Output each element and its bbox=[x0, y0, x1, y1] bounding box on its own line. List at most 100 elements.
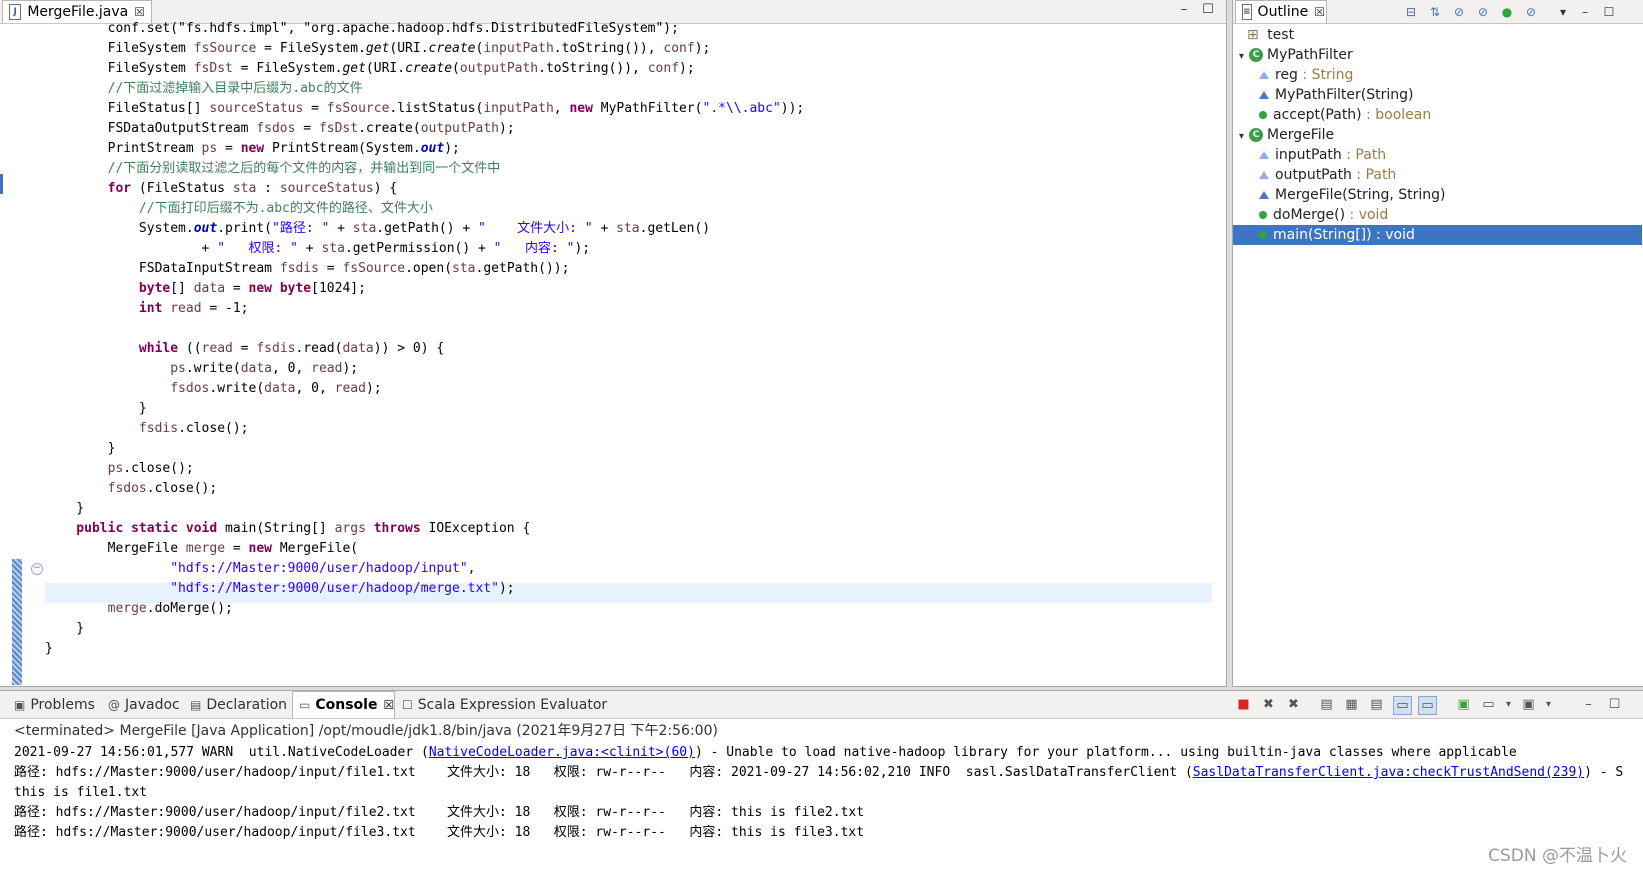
outline-item[interactable]: outputPath : Path bbox=[1233, 165, 1642, 185]
code-line[interactable]: } bbox=[45, 399, 147, 419]
maximize-icon[interactable]: ☐ bbox=[1606, 696, 1623, 713]
clear-console-icon[interactable]: ▤ bbox=[1318, 696, 1335, 713]
code-line[interactable]: "hdfs://Master:9000/user/hadoop/input", bbox=[45, 559, 475, 579]
code-line[interactable]: FileSystem fsSource = FileSystem.get(URI… bbox=[45, 39, 711, 59]
code-line[interactable]: conf.set("fs.hdfs.impl", "org.apache.had… bbox=[45, 19, 679, 39]
minimize-icon[interactable]: – bbox=[1577, 4, 1593, 20]
sort-icon[interactable]: ⇅ bbox=[1427, 4, 1443, 20]
outline-item[interactable]: ⊞ test bbox=[1233, 25, 1630, 45]
console-text: 路径: hdfs://Master:9000/user/hadoop/input… bbox=[14, 765, 1193, 780]
console-link[interactable]: SaslDataTransferClient.java:checkTrustAn… bbox=[1193, 765, 1584, 780]
tab-problems[interactable]: ▣ Problems bbox=[14, 691, 95, 718]
code-line[interactable]: } bbox=[45, 619, 84, 639]
tab-scala-expression-evaluator[interactable]: ☐ Scala Expression Evaluator bbox=[402, 691, 607, 718]
code-line[interactable]: fsdos.write(data, 0, read); bbox=[45, 379, 381, 399]
hide-local-types-icon[interactable]: ⊘ bbox=[1523, 4, 1539, 20]
code-line[interactable]: } bbox=[45, 639, 53, 659]
code-line[interactable]: //下面打印后缀不为.abc的文件的路径、文件大小 bbox=[45, 199, 433, 219]
hide-nonpublic-icon[interactable]: ● bbox=[1499, 4, 1515, 20]
outline-item[interactable]: MyPathFilter(String) bbox=[1233, 85, 1642, 105]
code-line[interactable]: while ((read = fsdis.read(data)) > 0) { bbox=[45, 339, 444, 359]
close-icon[interactable]: ☒ bbox=[383, 698, 394, 712]
code-token: ps bbox=[201, 141, 218, 156]
maximize-icon[interactable]: ☐ bbox=[1200, 2, 1216, 17]
code-line[interactable]: "hdfs://Master:9000/user/hadoop/merge.tx… bbox=[45, 579, 514, 599]
code-line[interactable]: //下面过滤掉输入目录中后缀为.abc的文件 bbox=[45, 79, 363, 99]
word-wrap-icon[interactable]: ▤ bbox=[1368, 696, 1385, 713]
code-line[interactable]: } bbox=[45, 499, 84, 519]
code-token: MyPathFilter( bbox=[592, 101, 703, 116]
code-token: main(String[] bbox=[217, 521, 335, 536]
console-link[interactable]: NativeCodeLoader.java:<clinit>(60) bbox=[429, 745, 695, 760]
chevron-down-icon[interactable]: ▾ bbox=[1239, 47, 1249, 67]
code-token: fsSource bbox=[326, 101, 390, 116]
tab-console[interactable]: ▭ Console ☒ bbox=[292, 691, 395, 718]
collapse-all-icon[interactable]: ⊟ bbox=[1403, 4, 1419, 20]
code-token: conf.set("fs.hdfs.impl", "org.apache.had… bbox=[45, 21, 679, 36]
code-line[interactable]: FileStatus[] sourceStatus = fsSource.lis… bbox=[45, 99, 805, 119]
outline-item[interactable]: ▾ C MergeFile bbox=[1233, 125, 1622, 145]
code-line[interactable]: ps.write(data, 0, read); bbox=[45, 359, 358, 379]
outline-item[interactable]: ▾ C MyPathFilter bbox=[1233, 45, 1622, 65]
code-line[interactable]: } bbox=[45, 439, 116, 459]
code-line[interactable]: FSDataOutputStream fsdos = fsDst.create(… bbox=[45, 119, 515, 139]
minimize-icon[interactable]: – bbox=[1580, 696, 1597, 713]
outline-item[interactable]: doMerge() : void bbox=[1233, 205, 1642, 225]
code-line[interactable]: ps.close(); bbox=[45, 459, 194, 479]
close-icon[interactable]: ☒ bbox=[134, 5, 145, 19]
code-line[interactable]: merge.doMerge(); bbox=[45, 599, 233, 619]
code-token: sourceStatus bbox=[209, 101, 304, 116]
collapse-icon[interactable]: − bbox=[31, 563, 43, 575]
close-icon[interactable]: ☒ bbox=[1314, 5, 1325, 19]
code-line[interactable]: MergeFile merge = new MergeFile( bbox=[45, 539, 358, 559]
code-line[interactable]: for (FileStatus sta : sourceStatus) { bbox=[45, 179, 398, 199]
outline-item[interactable]: main(String[]) : void bbox=[1233, 225, 1642, 245]
outline-item[interactable]: reg : String bbox=[1233, 65, 1642, 85]
code-token: sta bbox=[352, 221, 377, 236]
outline-item[interactable]: inputPath : Path bbox=[1233, 145, 1642, 165]
remove-launch-icon[interactable]: ✖ bbox=[1260, 696, 1277, 713]
code-token: new bbox=[569, 101, 593, 116]
outline-item[interactable]: MergeFile(String, String) bbox=[1233, 185, 1642, 205]
import-icon: ⊞ bbox=[1247, 27, 1264, 43]
code-area[interactable]: − conf.set("fs.hdfs.impl", "org.apache.h… bbox=[0, 21, 1226, 686]
code-line[interactable]: FileSystem fsDst = FileSystem.get(URI.cr… bbox=[45, 59, 695, 79]
code-line[interactable]: int read = -1; bbox=[45, 299, 249, 319]
code-line[interactable]: fsdis.close(); bbox=[45, 419, 249, 439]
code-token: MergeFile bbox=[45, 541, 186, 556]
code-token: read bbox=[201, 341, 233, 356]
chevron-down-icon[interactable]: ▾ bbox=[1500, 696, 1517, 713]
chevron-down-icon[interactable]: ▾ bbox=[1239, 127, 1249, 147]
terminate-icon[interactable]: ■ bbox=[1235, 696, 1252, 713]
tab-declaration[interactable]: ▤ Declaration bbox=[190, 691, 287, 718]
outline-item-name: test bbox=[1267, 27, 1295, 43]
display-console-icon[interactable]: ▭ bbox=[1480, 696, 1497, 713]
show-on-stderr-icon[interactable]: ▭ bbox=[1418, 696, 1437, 715]
code-line[interactable]: byte[] data = new byte[1024]; bbox=[45, 279, 366, 299]
code-line[interactable]: //下面分别读取过滤之后的每个文件的内容，并输出到同一个文件中 bbox=[45, 159, 501, 179]
code-line[interactable]: public static void main(String[] args th… bbox=[45, 519, 530, 539]
outline-item[interactable]: accept(Path) : boolean bbox=[1233, 105, 1642, 125]
view-menu-icon[interactable]: ▾ bbox=[1555, 4, 1571, 20]
code-line[interactable]: fsdos.close(); bbox=[45, 479, 218, 499]
show-on-stdout-icon[interactable]: ▭ bbox=[1393, 696, 1412, 715]
code-line[interactable]: System.out.print("路径: " + sta.getPath() … bbox=[45, 219, 710, 239]
remove-all-launches-icon[interactable]: ✖ bbox=[1285, 696, 1302, 713]
code-line[interactable]: FSDataInputStream fsdis = fsSource.open(… bbox=[45, 259, 570, 279]
hide-fields-icon[interactable]: ⊘ bbox=[1451, 4, 1467, 20]
code-token: .getLen() bbox=[639, 221, 711, 236]
open-console-icon[interactable]: ▣ bbox=[1520, 696, 1537, 713]
tab-outline[interactable]: ≡ Outline ☒ bbox=[1235, 0, 1327, 23]
minimize-icon[interactable]: – bbox=[1176, 2, 1192, 17]
hide-static-icon[interactable]: ⊘ bbox=[1475, 4, 1491, 20]
code-line[interactable]: PrintStream ps = new PrintStream(System.… bbox=[45, 139, 460, 159]
scroll-lock-icon[interactable]: ▦ bbox=[1343, 696, 1360, 713]
chevron-down-icon[interactable]: ▾ bbox=[1540, 696, 1557, 713]
pin-console-icon[interactable]: ▣ bbox=[1455, 696, 1472, 713]
maximize-icon[interactable]: ☐ bbox=[1601, 4, 1617, 20]
code-line[interactable]: + " 权限: " + sta.getPermission() + " 内容: … bbox=[45, 239, 591, 259]
javadoc-icon: @ bbox=[108, 697, 120, 712]
tab-javadoc[interactable]: @ Javadoc bbox=[108, 691, 180, 718]
outline-item-type: : void bbox=[1345, 207, 1389, 223]
